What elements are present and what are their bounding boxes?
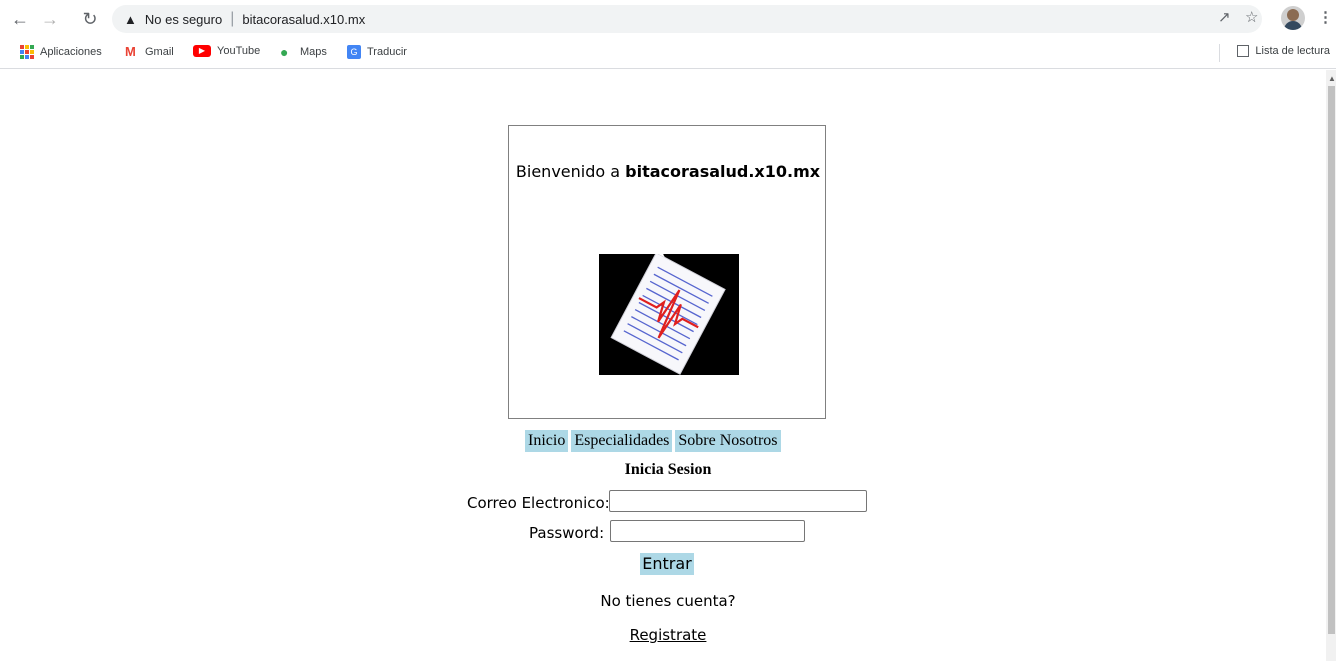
reload-icon[interactable]: ↻ bbox=[77, 6, 103, 32]
avatar-body bbox=[1284, 21, 1302, 30]
browser-toolbar: ← → ↻ ▲ No es seguro | bitacorasalud.x10… bbox=[0, 0, 1336, 38]
url-text[interactable]: bitacorasalud.x10.mx bbox=[242, 12, 365, 27]
medical-log-logo bbox=[599, 254, 739, 375]
address-bar[interactable]: ▲ No es seguro | bitacorasalud.x10.mx bbox=[112, 5, 1262, 33]
menu-item-especialidades[interactable]: Especialidades bbox=[571, 430, 673, 452]
password-label: Password: bbox=[529, 524, 605, 542]
bookmark-maps[interactable]: ● Maps bbox=[280, 45, 327, 59]
login-title: Inicia Sesion bbox=[624, 461, 712, 478]
scrollbar-thumb[interactable] bbox=[1328, 86, 1335, 634]
logo-graphic bbox=[599, 254, 739, 375]
welcome-prefix: Bienvenido a bbox=[515, 162, 626, 181]
bookmark-aplicaciones[interactable]: Aplicaciones bbox=[20, 45, 102, 59]
bookmarks-bar: Aplicaciones M Gmail ▶ YouTube ● Maps G … bbox=[0, 38, 1336, 69]
login-submit-button[interactable]: Entrar bbox=[640, 553, 694, 575]
email-label: Correo Electronico: bbox=[467, 494, 610, 512]
site-name: bitacorasalud.x10.mx bbox=[625, 162, 821, 181]
gmail-icon: M bbox=[125, 44, 136, 59]
email-field[interactable] bbox=[609, 490, 867, 512]
welcome-heading: Bienvenido a bitacorasalud.x10.mx bbox=[509, 162, 827, 181]
bookmark-label: Traducir bbox=[367, 46, 407, 58]
bookmarks-divider bbox=[1219, 44, 1220, 62]
menu-item-inicio[interactable]: Inicio bbox=[525, 430, 569, 452]
youtube-icon: ▶ bbox=[193, 45, 211, 57]
apps-icon bbox=[20, 45, 34, 59]
bookmark-gmail[interactable]: M Gmail bbox=[125, 45, 174, 59]
share-icon[interactable]: ↗ bbox=[1218, 8, 1231, 26]
bookmark-label: Gmail bbox=[145, 46, 174, 58]
profile-avatar[interactable] bbox=[1281, 6, 1305, 30]
menu-kebab-icon[interactable]: ⋮ bbox=[1318, 8, 1333, 26]
password-field[interactable] bbox=[610, 520, 805, 542]
bookmark-traducir[interactable]: G Traducir bbox=[347, 45, 407, 59]
forward-icon[interactable]: → bbox=[37, 6, 63, 32]
reading-list-button[interactable]: Lista de lectura bbox=[1237, 45, 1330, 57]
reading-list-icon bbox=[1237, 45, 1250, 57]
security-status[interactable]: No es seguro bbox=[145, 12, 222, 27]
menu-item-sobre-nosotros[interactable]: Sobre Nosotros bbox=[675, 430, 781, 452]
reading-list-label: Lista de lectura bbox=[1255, 45, 1330, 57]
warning-icon: ▲ bbox=[124, 11, 137, 27]
maps-icon: ● bbox=[280, 44, 289, 60]
scroll-up-arrow-icon[interactable]: ▲ bbox=[1328, 74, 1336, 83]
bookmark-label: YouTube bbox=[217, 45, 261, 57]
no-account-text: No tienes cuenta? bbox=[600, 592, 736, 610]
bookmark-star-icon[interactable]: ☆ bbox=[1245, 8, 1258, 26]
bookmark-label: Aplicaciones bbox=[40, 46, 102, 58]
back-icon[interactable]: ← bbox=[7, 6, 33, 32]
register-link[interactable]: Registrate bbox=[0, 626, 1336, 644]
avatar-head bbox=[1287, 9, 1299, 21]
translate-icon: G bbox=[347, 45, 361, 59]
address-divider: | bbox=[230, 10, 235, 27]
main-menu: Inicio Especialidades Sobre Nosotros bbox=[525, 430, 781, 452]
welcome-card: Bienvenido a bitacorasalud.x10.mx bbox=[508, 125, 826, 419]
bookmark-label: Maps bbox=[300, 46, 327, 58]
bookmark-youtube[interactable]: ▶ YouTube bbox=[193, 45, 260, 57]
